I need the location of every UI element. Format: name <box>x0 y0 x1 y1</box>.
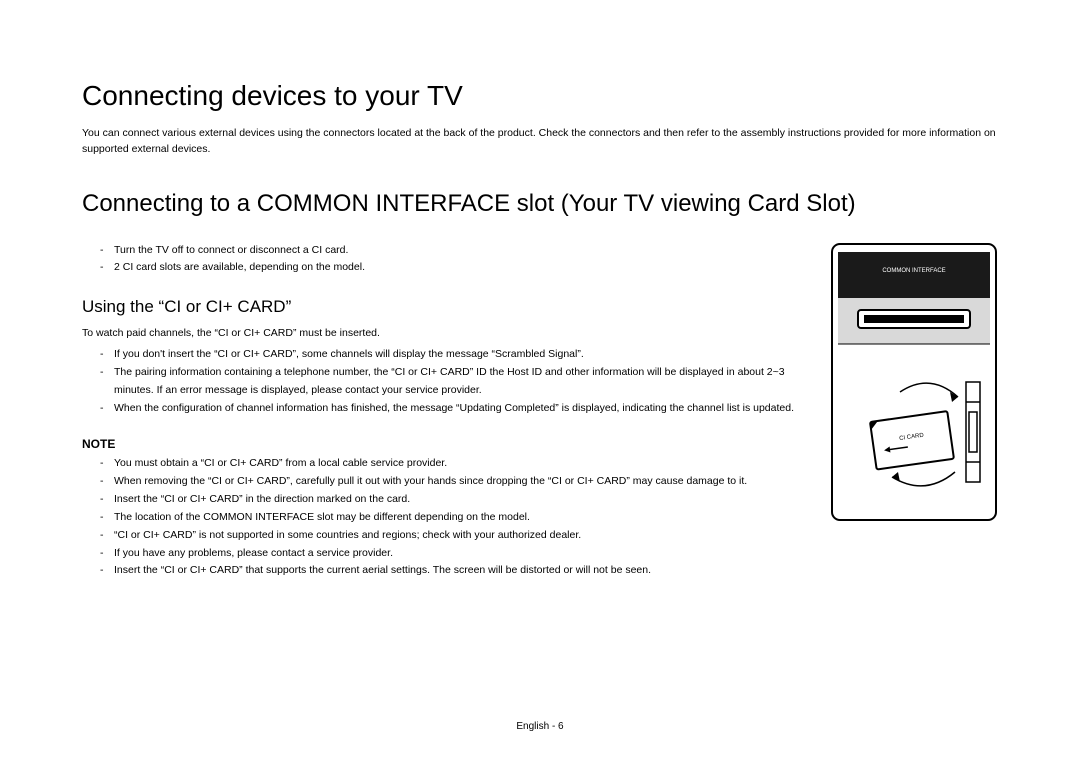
page-footer: English - 6 <box>0 721 1080 732</box>
list-item: The location of the COMMON INTERFACE slo… <box>82 509 810 527</box>
intro-paragraph: You can connect various external devices… <box>82 126 998 158</box>
diagram-column: COMMON INTERFACE <box>830 242 998 601</box>
list-item: “CI or CI+ CARD” is not supported in som… <box>82 527 810 545</box>
list-item: If you have any problems, please contact… <box>82 545 810 563</box>
diagram-top-label: COMMON INTERFACE <box>882 268 945 274</box>
list-item: Turn the TV off to connect or disconnect… <box>82 242 810 260</box>
list-item: When removing the “CI or CI+ CARD”, care… <box>82 473 810 491</box>
top-bullet-list: Turn the TV off to connect or disconnect… <box>82 242 810 278</box>
list-item: Insert the “CI or CI+ CARD” in the direc… <box>82 491 810 509</box>
ci-card-diagram: COMMON INTERFACE <box>830 242 998 522</box>
page-title: Connecting devices to your TV <box>82 80 998 112</box>
text-column: Turn the TV off to connect or disconnect… <box>82 242 810 601</box>
list-item: You must obtain a “CI or CI+ CARD” from … <box>82 455 810 473</box>
note-label: NOTE <box>82 437 810 451</box>
list-item: When the configuration of channel inform… <box>82 400 810 418</box>
list-item: The pairing information containing a tel… <box>82 364 810 400</box>
using-intro: To watch paid channels, the “CI or CI+ C… <box>82 325 810 342</box>
subsection-heading: Using the “CI or CI+ CARD” <box>82 297 810 317</box>
note-bullet-list: You must obtain a “CI or CI+ CARD” from … <box>82 455 810 580</box>
using-bullet-list: If you don't insert the “CI or CI+ CARD”… <box>82 346 810 417</box>
list-item: Insert the “CI or CI+ CARD” that support… <box>82 562 810 580</box>
section-heading: Connecting to a COMMON INTERFACE slot (Y… <box>82 190 998 218</box>
list-item: 2 CI card slots are available, depending… <box>82 259 810 277</box>
content-row: Turn the TV off to connect or disconnect… <box>82 242 998 601</box>
list-item: If you don't insert the “CI or CI+ CARD”… <box>82 346 810 364</box>
